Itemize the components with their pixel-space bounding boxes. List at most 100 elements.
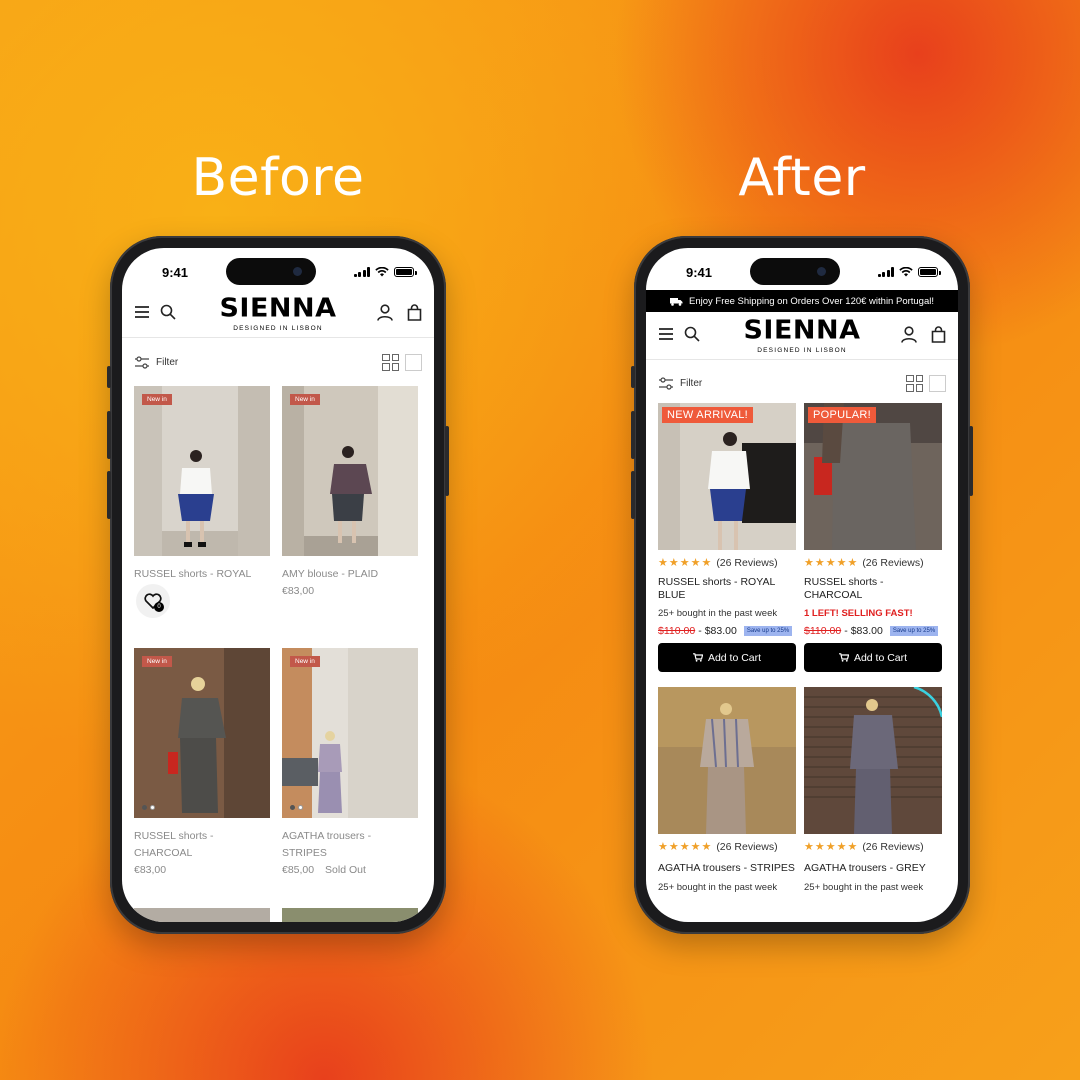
product-title[interactable]: RUSSEL shorts - ROYAL bbox=[134, 566, 270, 583]
sliders-icon bbox=[135, 355, 149, 369]
image-pagination[interactable] bbox=[290, 805, 303, 810]
product-card[interactable]: POPULAR! ★★★★★ (26 Reviews) RUSSEL shorts… bbox=[804, 403, 944, 672]
image-pagination[interactable] bbox=[142, 805, 155, 810]
new-in-badge: New in bbox=[142, 656, 172, 667]
product-title[interactable]: RUSSEL shorts - CHARCOAL bbox=[134, 828, 270, 862]
site-header: SIENNA DESIGNED IN LISBON bbox=[646, 312, 958, 360]
product-photo[interactable]: New in bbox=[134, 386, 270, 556]
rating-row[interactable]: ★★★★★ (26 Reviews) bbox=[658, 840, 798, 854]
product-price-row: €85,00 Sold Out bbox=[282, 862, 418, 879]
star-rating-icon: ★★★★★ bbox=[658, 841, 713, 853]
product-photo[interactable] bbox=[804, 687, 942, 834]
rating-row[interactable]: ★★★★★ (26 Reviews) bbox=[658, 556, 798, 570]
wishlist-count: 0 bbox=[154, 602, 164, 612]
review-count: (26 Reviews) bbox=[862, 556, 924, 569]
grid-view-icon[interactable] bbox=[382, 353, 399, 371]
scarcity-text: 1 LEFT! SELLING FAST! bbox=[804, 608, 913, 619]
filter-bar: Filter bbox=[122, 343, 434, 381]
product-card[interactable]: New in RUSSEL shorts - CHARCOAL €83,00 bbox=[134, 648, 270, 879]
product-card[interactable]: ★★★★★ (26 Reviews) AGATHA trousers - GREY… bbox=[804, 687, 944, 893]
product-photo-partial bbox=[282, 908, 418, 922]
wifi-icon bbox=[375, 267, 389, 277]
product-photo[interactable]: New in bbox=[282, 648, 418, 818]
original-price: $110.00 bbox=[804, 625, 842, 637]
banner-text: Enjoy Free Shipping on Orders Over 120€ … bbox=[688, 295, 935, 307]
product-card[interactable]: New in AGATHA trousers - STRIPES €85,00 … bbox=[282, 648, 418, 879]
add-to-cart-label: Add to Cart bbox=[853, 651, 908, 664]
price-separator: - bbox=[844, 625, 848, 637]
bag-icon[interactable] bbox=[407, 304, 422, 321]
signal-icon bbox=[877, 267, 894, 277]
account-icon[interactable] bbox=[377, 304, 393, 321]
battery-icon bbox=[918, 267, 941, 277]
wifi-icon bbox=[899, 267, 913, 277]
product-card[interactable]: New in RUSSEL shorts - ROYAL bbox=[134, 386, 270, 583]
product-photo[interactable]: New in bbox=[134, 648, 270, 818]
signal-icon bbox=[353, 267, 370, 277]
rating-row[interactable]: ★★★★★ (26 Reviews) bbox=[804, 556, 944, 570]
after-phone: 9:41 Enjoy Free Shipping on Orders Over … bbox=[631, 236, 973, 934]
status-time: 9:41 bbox=[686, 264, 713, 280]
filter-label: Filter bbox=[156, 356, 179, 368]
product-photo[interactable] bbox=[658, 687, 796, 834]
rating-row[interactable]: ★★★★★ (26 Reviews) bbox=[804, 840, 944, 854]
social-proof-text: 25+ bought in the past week bbox=[658, 608, 778, 619]
product-card[interactable]: NEW ARRIVAL! ★★★★★ (26 Reviews) RUSSEL sh… bbox=[658, 403, 798, 672]
review-count: (26 Reviews) bbox=[716, 840, 778, 853]
free-shipping-banner[interactable]: Enjoy Free Shipping on Orders Over 120€ … bbox=[646, 290, 958, 312]
filter-button[interactable]: Filter bbox=[134, 355, 179, 369]
product-title[interactable]: RUSSEL shorts - ROYAL BLUE bbox=[658, 576, 798, 602]
single-view-icon[interactable] bbox=[405, 353, 422, 371]
popular-badge: POPULAR! bbox=[808, 407, 877, 423]
star-rating-icon: ★★★★★ bbox=[804, 557, 859, 569]
new-arrival-badge: NEW ARRIVAL! bbox=[662, 407, 754, 423]
sale-price: $83.00 bbox=[704, 625, 737, 637]
after-screen: 9:41 Enjoy Free Shipping on Orders Over … bbox=[646, 248, 958, 922]
before-phone: 9:41 SIENNA DESIGNED IN LISBON Filter Ne… bbox=[107, 236, 449, 934]
cart-icon bbox=[838, 653, 849, 662]
product-title[interactable]: AGATHA trousers - GREY bbox=[804, 860, 944, 876]
filter-button[interactable]: Filter bbox=[658, 376, 703, 390]
star-rating-icon: ★★★★★ bbox=[658, 557, 713, 569]
account-icon[interactable] bbox=[901, 326, 917, 343]
add-to-cart-label: Add to Cart bbox=[707, 651, 762, 664]
add-to-cart-button[interactable]: Add to Cart bbox=[804, 643, 942, 672]
star-rating-icon: ★★★★★ bbox=[804, 841, 859, 853]
single-view-icon[interactable] bbox=[929, 374, 946, 392]
grid-view-icon[interactable] bbox=[906, 374, 923, 392]
truck-icon bbox=[669, 297, 683, 306]
bag-icon[interactable] bbox=[931, 326, 946, 343]
save-badge: Save up to 25% bbox=[889, 626, 939, 636]
product-card[interactable]: ★★★★★ (26 Reviews) AGATHA trousers - STRI… bbox=[658, 687, 798, 893]
product-title[interactable]: RUSSEL shorts - CHARCOAL bbox=[804, 576, 944, 602]
product-photo[interactable]: POPULAR! bbox=[804, 403, 942, 550]
dynamic-island bbox=[750, 258, 840, 285]
product-photo[interactable]: NEW ARRIVAL! bbox=[658, 403, 796, 550]
product-title[interactable]: AGATHA trousers - STRIPES bbox=[658, 860, 798, 876]
review-count: (26 Reviews) bbox=[862, 840, 924, 853]
new-in-badge: New in bbox=[290, 394, 320, 405]
product-price: €83,00 bbox=[282, 585, 315, 597]
new-in-badge: New in bbox=[290, 656, 320, 667]
save-badge: Save up to 25% bbox=[743, 626, 793, 636]
price-row: $110.00 - $83.00 Save up to 25% bbox=[804, 625, 944, 637]
product-photo[interactable]: New in bbox=[282, 386, 418, 556]
add-to-cart-button[interactable]: Add to Cart bbox=[658, 643, 796, 672]
product-card[interactable]: New in AMY blouse - PLAID €83,00 bbox=[282, 386, 418, 600]
product-photo-partial bbox=[134, 908, 270, 922]
product-title[interactable]: AMY blouse - PLAID bbox=[282, 566, 418, 583]
product-price: €85,00 bbox=[282, 864, 315, 876]
price-separator: - bbox=[698, 625, 702, 637]
battery-icon bbox=[394, 267, 417, 277]
social-proof-text: 25+ bought in the past week bbox=[658, 882, 778, 893]
before-heading: Before bbox=[191, 148, 365, 208]
product-title[interactable]: AGATHA trousers - STRIPES bbox=[282, 828, 418, 862]
social-proof-text: 25+ bought in the past week bbox=[804, 882, 924, 893]
filter-bar: Filter bbox=[646, 364, 958, 402]
wishlist-button[interactable]: 0 bbox=[136, 584, 170, 618]
product-price: €83,00 bbox=[134, 864, 167, 876]
sold-out-label: Sold Out bbox=[325, 864, 366, 876]
after-heading: After bbox=[738, 148, 866, 208]
original-price: $110.00 bbox=[658, 625, 696, 637]
filter-label: Filter bbox=[680, 377, 703, 389]
